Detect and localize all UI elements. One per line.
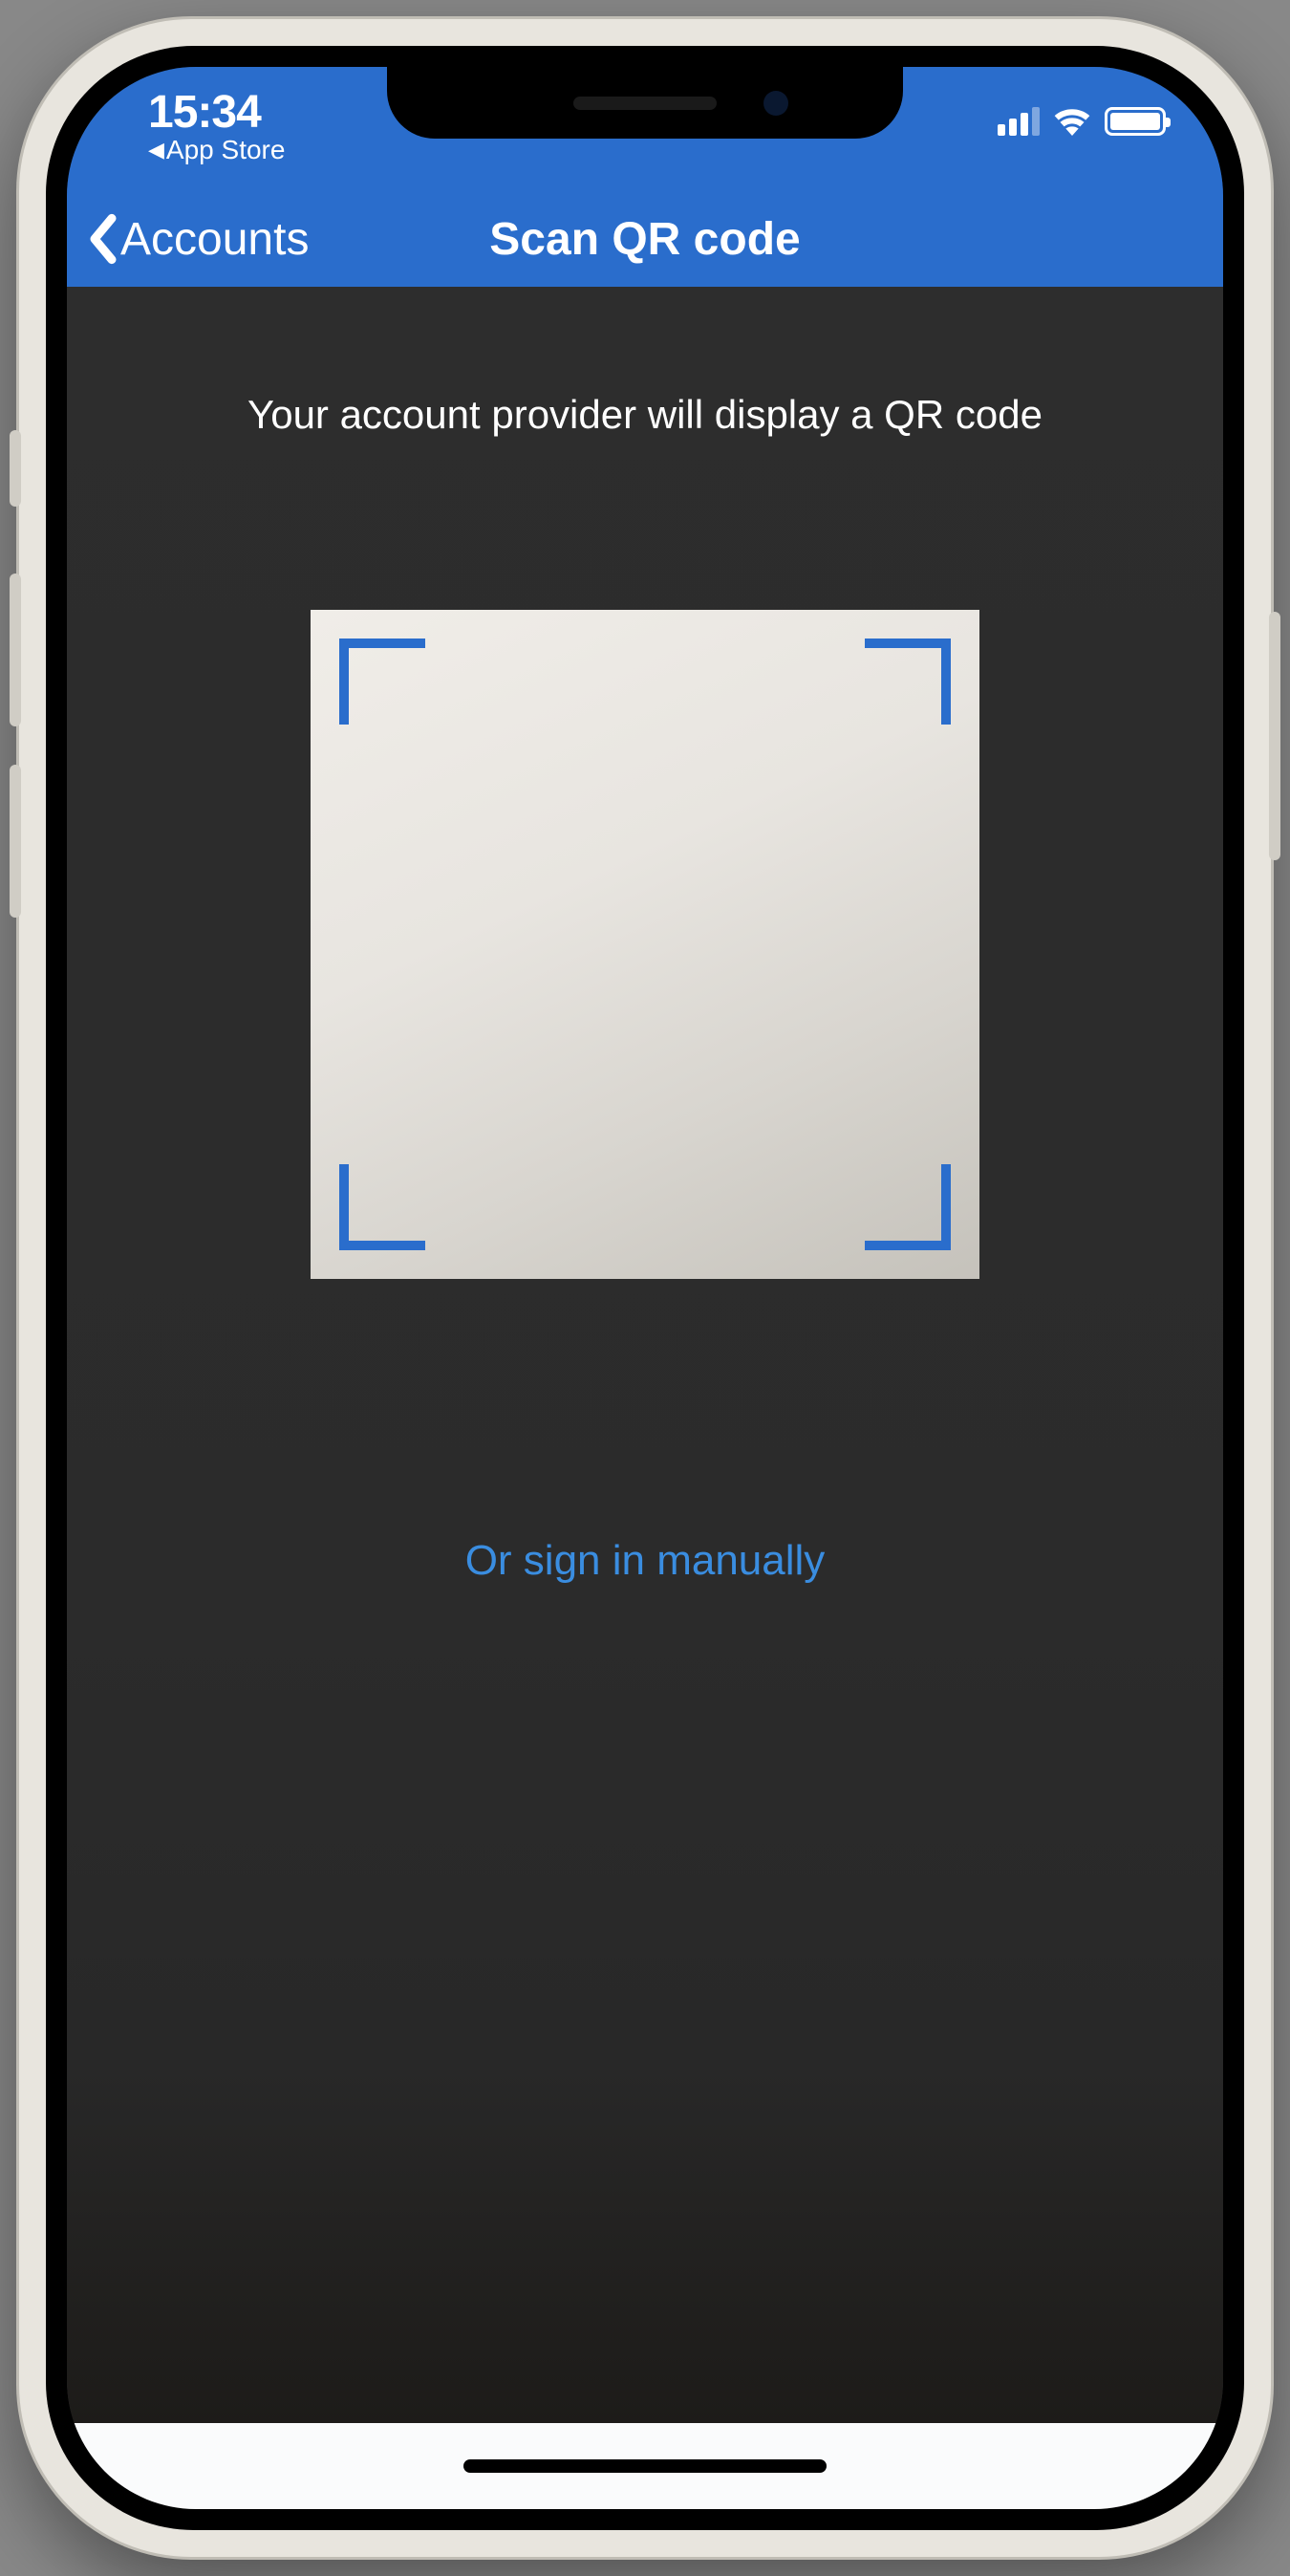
notch bbox=[387, 67, 903, 139]
scanner-corner-bl-icon bbox=[339, 1164, 425, 1250]
speaker bbox=[573, 97, 717, 110]
silence-switch[interactable] bbox=[10, 430, 21, 507]
phone-bezel: 15:34 ◀ App Store bbox=[46, 46, 1244, 2530]
status-bar-right bbox=[998, 86, 1175, 136]
page-title: Scan QR code bbox=[489, 213, 800, 266]
scanner-corner-tr-icon bbox=[865, 639, 951, 725]
home-indicator-area bbox=[67, 2423, 1223, 2509]
scanner-corner-br-icon bbox=[865, 1164, 951, 1250]
volume-up-button[interactable] bbox=[10, 574, 21, 726]
back-button-label: Accounts bbox=[120, 213, 309, 266]
phone-frame: 15:34 ◀ App Store bbox=[19, 19, 1271, 2557]
battery-icon bbox=[1105, 107, 1166, 136]
qr-scanner-viewport[interactable] bbox=[311, 610, 979, 1279]
instruction-text: Your account provider will display a QR … bbox=[67, 287, 1223, 438]
content-area: Your account provider will display a QR … bbox=[67, 287, 1223, 2509]
volume-down-button[interactable] bbox=[10, 765, 21, 918]
status-bar-left: 15:34 ◀ App Store bbox=[115, 86, 285, 165]
cellular-signal-icon bbox=[998, 107, 1040, 136]
power-button[interactable] bbox=[1269, 612, 1280, 860]
back-to-app-link[interactable]: ◀ App Store bbox=[148, 135, 285, 165]
navigation-bar: Accounts Scan QR code bbox=[67, 191, 1223, 287]
back-to-app-label: App Store bbox=[166, 135, 286, 165]
back-button[interactable]: Accounts bbox=[67, 213, 309, 266]
wifi-icon bbox=[1053, 107, 1091, 136]
screen: 15:34 ◀ App Store bbox=[67, 67, 1223, 2509]
scanner-corner-tl-icon bbox=[339, 639, 425, 725]
sign-in-manually-link[interactable]: Or sign in manually bbox=[67, 1537, 1223, 1585]
back-triangle-icon: ◀ bbox=[148, 138, 164, 162]
home-indicator[interactable] bbox=[463, 2459, 827, 2473]
chevron-left-icon bbox=[86, 213, 120, 265]
front-camera bbox=[763, 91, 788, 116]
status-bar-time: 15:34 bbox=[148, 86, 261, 139]
